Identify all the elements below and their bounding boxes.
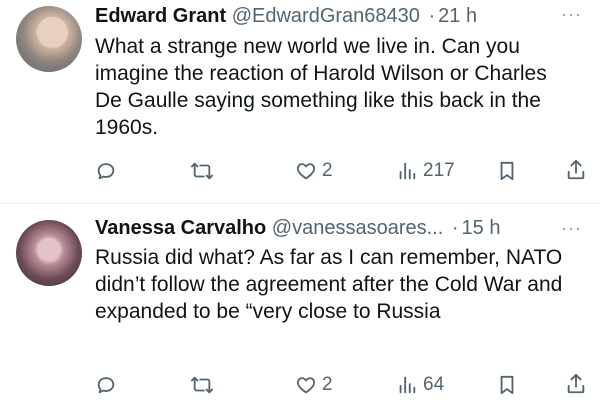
tweet-header: Edward Grant @EdwardGran68430 · 21 h	[95, 4, 477, 28]
reply-button[interactable]	[95, 160, 117, 182]
timestamp[interactable]: 21 h	[438, 5, 477, 27]
tweet-actions: 2 64	[0, 370, 600, 400]
share-button[interactable]	[565, 158, 587, 182]
timestamp[interactable]: 15 h	[462, 217, 501, 239]
retweet-icon	[190, 374, 214, 396]
like-button[interactable]: 2	[295, 374, 333, 396]
reply-icon	[95, 160, 117, 182]
retweet-icon	[190, 160, 214, 182]
avatar[interactable]	[16, 220, 82, 286]
more-options-button[interactable]: ···	[561, 218, 582, 239]
bookmark-icon	[497, 160, 517, 182]
retweet-button[interactable]	[190, 160, 214, 182]
like-count: 2	[322, 160, 333, 181]
share-icon	[565, 158, 587, 182]
view-count: 64	[423, 374, 445, 395]
separator: ·	[451, 217, 459, 239]
tweet-text: What a strange new world we live in. Can…	[95, 35, 547, 139]
bookmark-icon	[497, 374, 517, 396]
bookmark-button[interactable]	[497, 374, 517, 396]
bookmark-button[interactable]	[497, 160, 517, 182]
heart-icon	[295, 374, 317, 396]
views-button[interactable]: 64	[396, 374, 444, 396]
views-icon	[396, 160, 418, 182]
reply-icon	[95, 374, 117, 396]
views-button[interactable]: 217	[396, 160, 455, 182]
tweet[interactable]: Vanessa Carvalho @vanessasoares... · 15 h…	[0, 204, 600, 400]
more-options-button[interactable]: ···	[561, 4, 582, 25]
author-handle[interactable]: @EdwardGran68430	[232, 5, 420, 27]
tweet-text: Russia did what? As far as I can remembe…	[95, 246, 563, 323]
share-icon	[565, 372, 587, 396]
separator: ·	[428, 5, 436, 27]
author-name[interactable]: Vanessa Carvalho	[95, 217, 266, 239]
avatar[interactable]	[16, 6, 82, 72]
views-icon	[396, 374, 418, 396]
author-handle[interactable]: @vanessasoares...	[272, 217, 444, 239]
author-name[interactable]: Edward Grant	[95, 5, 226, 27]
tweet-header: Vanessa Carvalho @vanessasoares... · 15 h	[95, 216, 500, 240]
tweet[interactable]: Edward Grant @EdwardGran68430 · 21 h ··· …	[0, 0, 600, 203]
like-button[interactable]: 2	[295, 160, 333, 182]
tweet-actions: 2 217	[0, 156, 600, 186]
share-button[interactable]	[565, 372, 587, 396]
reply-button[interactable]	[95, 374, 117, 396]
view-count: 217	[423, 160, 455, 181]
retweet-button[interactable]	[190, 374, 214, 396]
like-count: 2	[322, 374, 333, 395]
heart-icon	[295, 160, 317, 182]
